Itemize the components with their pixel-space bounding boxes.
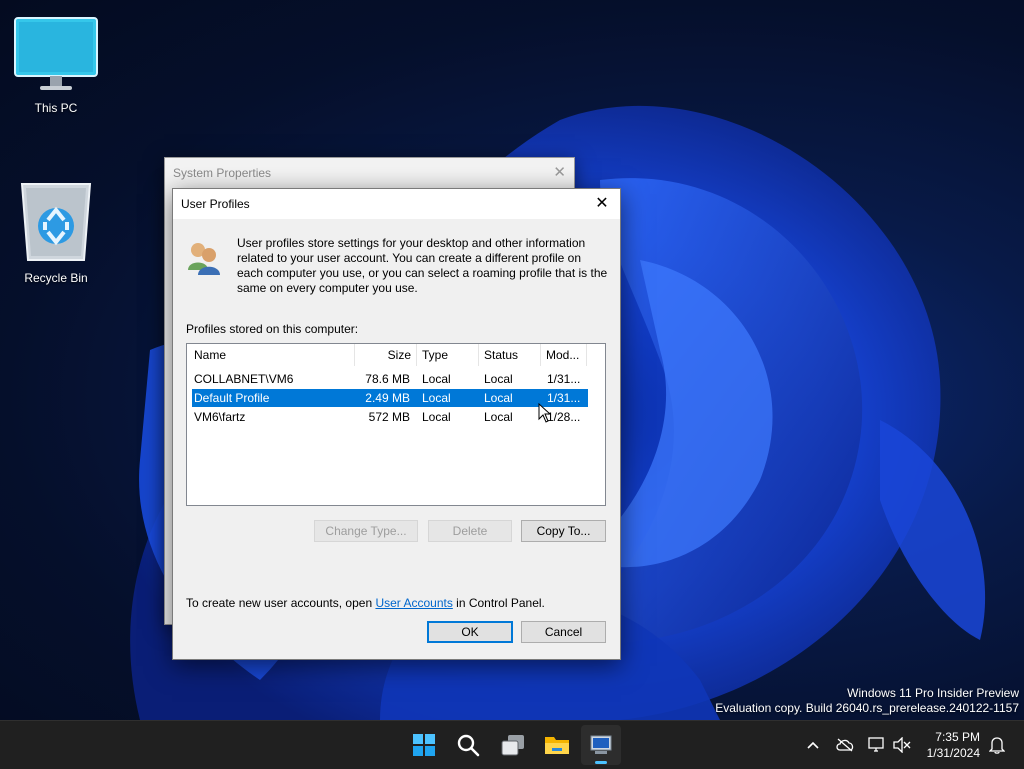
file-explorer-button[interactable] (537, 725, 577, 765)
column-header-size[interactable]: Size (355, 344, 417, 366)
cell-name: VM6\fartz (194, 410, 246, 424)
chevron-up-icon (807, 741, 819, 749)
watermark-line-1: Windows 11 Pro Insider Preview (847, 686, 1019, 700)
profiles-list[interactable]: Name Size Type Status Mod... COLLABNET\V… (186, 343, 606, 506)
cell-status: Local (484, 410, 513, 424)
network-icon (868, 737, 884, 752)
close-icon[interactable]: ✕ (553, 163, 566, 181)
cell-size: 572 MB (368, 410, 410, 424)
column-header-type[interactable]: Type (417, 344, 479, 366)
user-accounts-link[interactable]: User Accounts (375, 596, 452, 610)
start-icon (413, 734, 435, 756)
task-view-button[interactable] (493, 725, 533, 765)
cell-modified: 1/31... (547, 391, 581, 405)
desktop-icon-this-pc[interactable]: This PC (11, 16, 101, 115)
cancel-button[interactable]: Cancel (521, 621, 606, 643)
file-explorer-icon (545, 737, 569, 754)
delete-button[interactable]: Delete (428, 520, 512, 542)
column-header-modified[interactable]: Mod... (541, 344, 587, 366)
start-button[interactable] (404, 725, 444, 765)
search-icon (457, 734, 480, 757)
cell-type: Local (422, 372, 451, 386)
search-button[interactable] (448, 725, 488, 765)
volume-muted-icon (893, 737, 911, 753)
profiles-label: Profiles stored on this computer: (186, 322, 359, 336)
cell-type: Local (422, 410, 451, 424)
cell-status: Local (484, 372, 513, 386)
notification-bell-icon (989, 737, 1005, 754)
clock-date: 1/31/2024 (926, 746, 980, 760)
close-button[interactable]: ✕ (590, 192, 614, 216)
notifications-button[interactable] (986, 721, 1008, 769)
copy-to-button[interactable]: Copy To... (521, 520, 606, 542)
system-properties-icon (590, 735, 612, 754)
onedrive-status[interactable] (832, 721, 858, 769)
create-accounts-note: To create new user accounts, open User A… (186, 596, 545, 610)
recycle-bin-label: Recycle Bin (24, 271, 88, 285)
clock-time: 7:35 PM (935, 730, 980, 744)
table-row[interactable]: VM6\fartz 572 MB Local Local 1/28... (192, 408, 588, 426)
table-row-selected[interactable]: Default Profile 2.49 MB Local Local 1/31… (192, 389, 588, 407)
ok-button[interactable]: OK (427, 621, 513, 643)
note-suffix: in Control Panel. (452, 596, 545, 610)
window-title: System Properties (173, 166, 272, 180)
system-properties-taskbar-button[interactable] (581, 725, 621, 765)
change-type-button[interactable]: Change Type... (314, 520, 418, 542)
cell-name: Default Profile (194, 391, 270, 405)
network-status[interactable] (864, 721, 890, 769)
cloud-offline-icon (836, 738, 854, 752)
taskbar: 7:35 PM 1/31/2024 (0, 720, 1024, 769)
watermark-line-2: Evaluation copy. Build 26040.rs_prerelea… (715, 701, 1019, 715)
desktop-icon-recycle-bin[interactable]: Recycle Bin (11, 180, 101, 285)
this-pc-label: This PC (34, 101, 78, 115)
table-row[interactable]: COLLABNET\VM6 78.6 MB Local Local 1/31..… (192, 370, 588, 388)
task-view-icon (501, 735, 524, 756)
cell-modified: 1/28... (547, 410, 581, 424)
column-header-name[interactable]: Name (187, 344, 355, 366)
dialog-titlebar[interactable]: User Profiles ✕ (173, 189, 620, 219)
cell-size: 2.49 MB (365, 391, 410, 405)
user-profiles-dialog: User Profiles ✕ User profiles store sett… (172, 188, 621, 660)
cell-status: Local (484, 391, 513, 405)
recycle-bin-icon (20, 183, 92, 261)
dialog-title: User Profiles (181, 197, 250, 211)
cell-size: 78.6 MB (365, 372, 410, 386)
show-hidden-icons-button[interactable] (802, 721, 824, 769)
monitor-icon (14, 17, 98, 90)
cell-type: Local (422, 391, 451, 405)
cell-modified: 1/31... (547, 372, 581, 386)
list-header: Name Size Type Status Mod... (187, 344, 605, 366)
note-prefix: To create new user accounts, open (186, 596, 376, 610)
info-description: User profiles store settings for your de… (237, 236, 608, 295)
evaluation-watermark: Windows 11 Pro Insider Preview Evaluatio… (715, 686, 1019, 716)
taskbar-clock[interactable]: 7:35 PM 1/31/2024 (927, 729, 980, 761)
column-header-status[interactable]: Status (479, 344, 541, 366)
users-icon (188, 243, 220, 275)
cell-name: COLLABNET\VM6 (194, 372, 294, 386)
mouse-cursor-icon (538, 403, 552, 423)
volume-status[interactable] (890, 721, 914, 769)
